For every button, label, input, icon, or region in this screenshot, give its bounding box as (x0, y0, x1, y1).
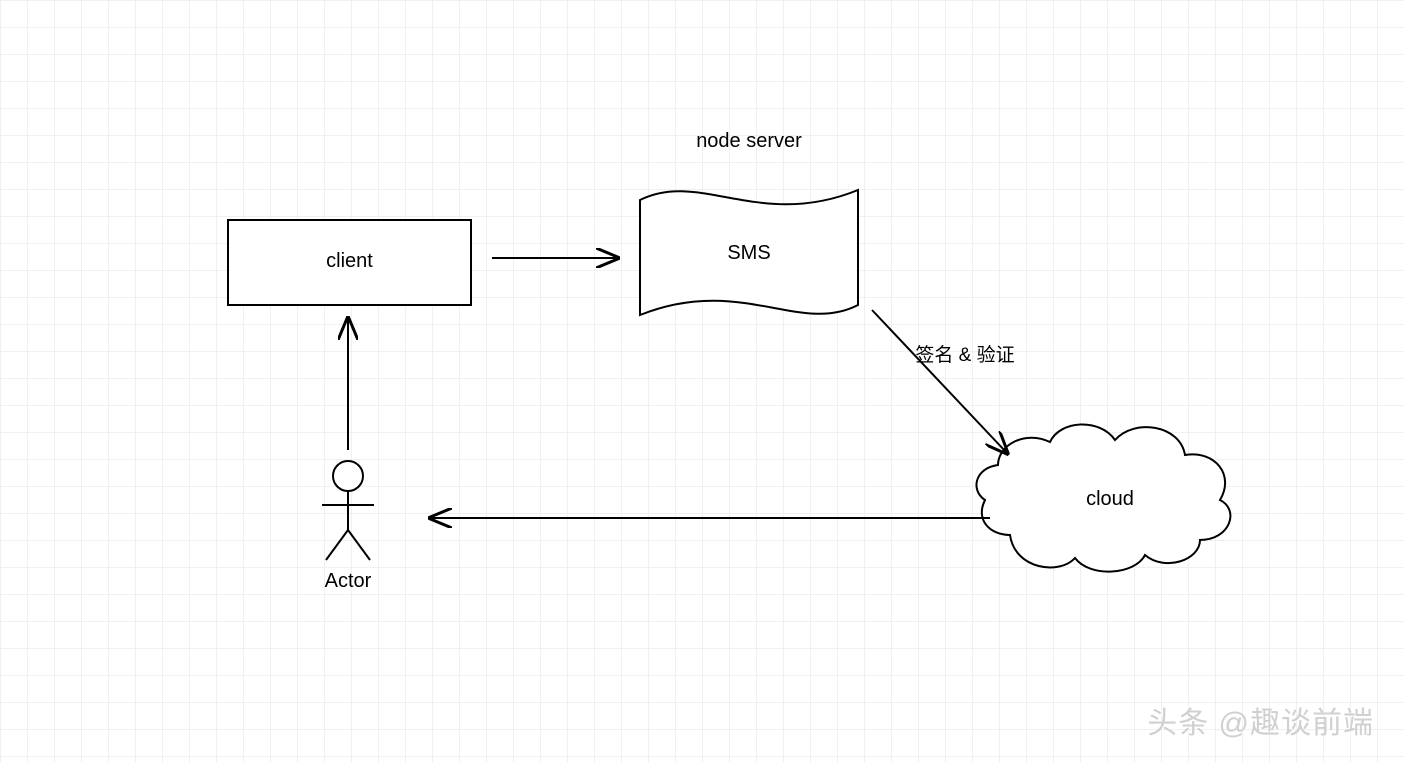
node-server-label: node server (640, 130, 858, 153)
cloud-label: cloud (1010, 488, 1210, 511)
diagram-canvas (0, 0, 1404, 762)
watermark: 头条 @趣谈前端 (1147, 698, 1374, 742)
actor-icon (322, 461, 374, 560)
client-label: client (228, 250, 471, 273)
sms-label: SMS (640, 242, 858, 265)
sign-verify-label: 签名 & 验证 (890, 340, 1040, 367)
arrow-sms-to-cloud (872, 310, 1006, 452)
actor-label: Actor (300, 570, 396, 593)
